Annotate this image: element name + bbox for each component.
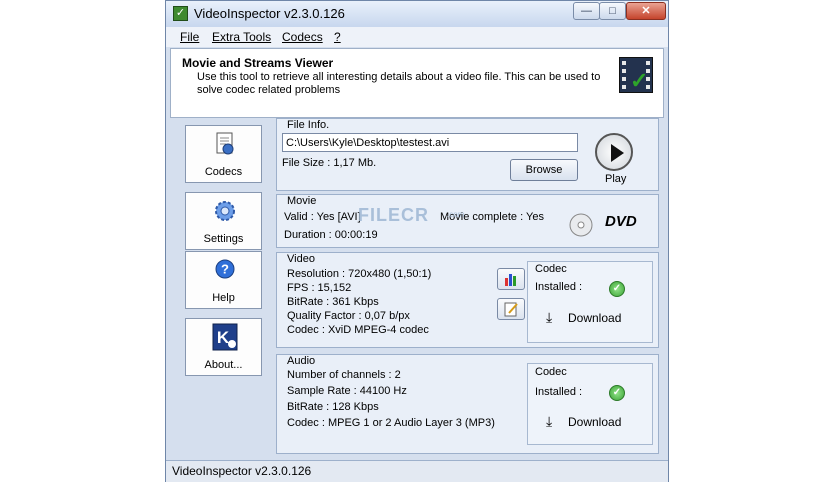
k-logo-icon: K	[212, 323, 238, 351]
video-quality-factor: Quality Factor : 0,07 b/px	[287, 310, 410, 322]
movie-valid-text: Valid : Yes [AVI]	[284, 211, 361, 223]
close-button[interactable]: ✕	[626, 2, 666, 20]
sidebar-settings-button[interactable]: Settings	[185, 192, 262, 250]
bar-chart-icon	[505, 274, 516, 286]
audio-sample-rate: Sample Rate : 44100 Hz	[287, 385, 407, 397]
browse-button[interactable]: Browse	[510, 159, 578, 181]
audio-group: Audio Number of channels : 2 Sample Rate…	[276, 354, 659, 454]
maximize-button[interactable]: □	[599, 2, 626, 20]
video-codec: Codec : XviD MPEG-4 codec	[287, 324, 429, 336]
sidebar-label-help: Help	[212, 292, 235, 304]
window-title: VideoInspector v2.3.0.126	[194, 6, 345, 21]
movie-label: Movie	[287, 195, 317, 207]
video-fps: FPS : 15,152	[287, 282, 352, 294]
movie-duration-text: Duration : 00:00:19	[284, 229, 378, 241]
video-label: Video	[287, 253, 315, 265]
video-installed-label: Installed :	[535, 281, 583, 293]
video-codec-box: Codec Installed : ✓ ⤓ Download	[527, 261, 653, 343]
audio-bitrate: BitRate : 128 Kbps	[287, 401, 379, 413]
header-title: Movie and Streams Viewer	[182, 56, 334, 70]
film-check-icon: ✓	[619, 57, 653, 93]
video-group: Video Resolution : 720x480 (1,50:1) FPS …	[276, 252, 659, 348]
movie-group: Movie Valid : Yes [AVI] Duration : 00:00…	[276, 194, 659, 248]
header-panel: Movie and Streams Viewer Use this tool t…	[170, 48, 664, 118]
audio-codec-label: Codec	[535, 366, 567, 378]
app-window: ✓ VideoInspector v2.3.0.126 — □ ✕ File E…	[165, 0, 669, 482]
audio-installed-check-icon: ✓	[609, 385, 625, 401]
sidebar-label-settings: Settings	[203, 233, 244, 245]
file-path-input[interactable]	[282, 133, 578, 152]
menu-help[interactable]: ?	[334, 30, 341, 44]
title-bar[interactable]: ✓ VideoInspector v2.3.0.126 — □ ✕	[166, 1, 668, 27]
svg-text:K: K	[217, 328, 230, 347]
sidebar-about-button[interactable]: K About...	[185, 318, 262, 376]
watermark-suffix: .com	[447, 210, 465, 219]
sidebar-label-about: About...	[204, 359, 243, 371]
audio-codec-box: Codec Installed : ✓ ⤓ Download	[527, 363, 653, 445]
chart-button[interactable]	[497, 268, 525, 290]
header-description: Use this tool to retrieve all interestin…	[197, 71, 601, 96]
menu-extra-tools[interactable]: Extra Tools	[212, 30, 271, 44]
notes-button[interactable]	[497, 298, 525, 320]
file-info-label: File Info.	[287, 119, 330, 131]
minimize-button[interactable]: —	[573, 2, 600, 20]
gear-icon	[215, 201, 235, 221]
sidebar-label-codecs: Codecs	[204, 166, 243, 178]
status-bar-text: VideoInspector v2.3.0.126	[172, 464, 312, 478]
video-bitrate: BitRate : 361 Kbps	[287, 296, 379, 308]
menu-file[interactable]: File	[180, 30, 199, 44]
app-check-icon: ✓	[173, 6, 188, 21]
file-size-text: File Size : 1,17 Mb.	[282, 157, 377, 169]
video-download-icon: ⤓	[546, 309, 553, 325]
sidebar-help-button[interactable]: ? Help	[185, 251, 262, 309]
help-icon: ?	[215, 259, 235, 279]
document-icon	[216, 132, 234, 155]
disc-icon	[569, 213, 593, 237]
play-button[interactable]	[595, 133, 633, 171]
audio-download-button[interactable]: Download	[568, 415, 621, 429]
status-bar: VideoInspector v2.3.0.126	[166, 460, 668, 482]
menu-bar: File Extra Tools Codecs ?	[166, 27, 668, 47]
dvd-logo: DVD	[605, 213, 637, 230]
menu-codecs[interactable]: Codecs	[282, 30, 323, 44]
video-download-button[interactable]: Download	[568, 311, 621, 325]
audio-label: Audio	[287, 355, 316, 367]
sidebar-codecs-button[interactable]: Codecs	[185, 125, 262, 183]
watermark-text: FILECR	[358, 205, 429, 225]
audio-codec: Codec : MPEG 1 or 2 Audio Layer 3 (MP3)	[287, 417, 495, 429]
play-label: Play	[605, 173, 627, 185]
svg-text:?: ?	[221, 262, 229, 277]
audio-download-icon: ⤓	[546, 413, 553, 429]
file-info-group: File Info. File Size : 1,17 Mb. Browse P…	[276, 118, 659, 191]
video-installed-check-icon: ✓	[609, 281, 625, 297]
video-resolution: Resolution : 720x480 (1,50:1)	[287, 268, 432, 280]
notepad-edit-icon	[504, 302, 518, 317]
audio-channels: Number of channels : 2	[287, 369, 401, 381]
video-codec-label: Codec	[535, 263, 567, 275]
play-icon	[611, 144, 624, 162]
audio-installed-label: Installed :	[535, 386, 583, 398]
